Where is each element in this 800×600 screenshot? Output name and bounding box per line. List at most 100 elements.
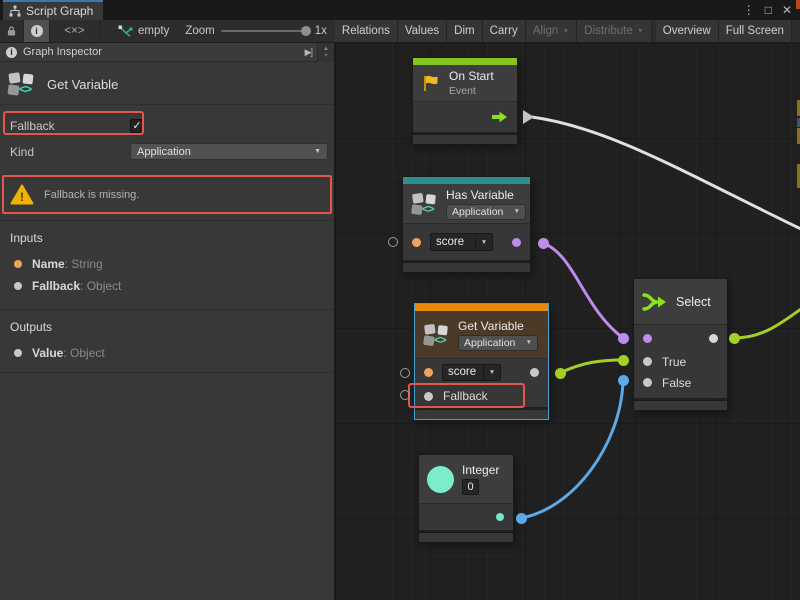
- info-icon: i: [31, 25, 43, 37]
- outputs-section: Outputs Value: Object: [0, 309, 334, 379]
- graph-toolbar: i <×> empty Zoom 1x Relations Values Dim…: [0, 20, 800, 43]
- wire-endpoint-blue[interactable]: [618, 375, 629, 386]
- variable-name-field[interactable]: score ▼: [442, 364, 501, 381]
- distribute-button: Distribute ▼: [577, 20, 652, 42]
- false-input-port[interactable]: [643, 378, 652, 387]
- full-screen-button[interactable]: Full Screen: [719, 20, 792, 42]
- panel-scroll-arrows[interactable]: ▲ ▼: [317, 43, 334, 62]
- relations-button[interactable]: Relations: [335, 20, 398, 42]
- integer-output-port[interactable]: [496, 513, 504, 521]
- chevron-down-icon: ▼: [637, 28, 644, 35]
- kind-dropdown[interactable]: Application ▼: [130, 143, 328, 160]
- integer-value-field[interactable]: 0: [462, 479, 479, 495]
- node-title: Select: [676, 295, 711, 309]
- variable-kind-dropdown[interactable]: Application ▼: [446, 204, 526, 220]
- unconnected-port-ring[interactable]: [388, 237, 398, 247]
- node-select[interactable]: Select True False: [634, 279, 727, 410]
- node-integer[interactable]: Integer 0: [419, 455, 513, 542]
- scroll-down-icon[interactable]: ▼: [323, 53, 329, 60]
- script-graph-window: Script Graph ⋮ □ ✕ i <×>: [0, 0, 800, 600]
- graph-canvas[interactable]: On Start Event <>: [335, 43, 800, 600]
- code-preview-button[interactable]: <×>: [50, 20, 100, 42]
- variable-kind-dropdown[interactable]: Application ▼: [458, 335, 538, 351]
- chevron-down-icon: ▼: [314, 148, 321, 155]
- variable-icon: <>: [424, 323, 450, 346]
- chevron-down-icon: ▼: [562, 28, 569, 35]
- corner-notification-mark: [796, 0, 800, 9]
- wire-hasvariable-to-select[interactable]: [543, 243, 623, 338]
- node-on-start[interactable]: On Start Event: [413, 58, 517, 144]
- scroll-up-icon[interactable]: ▲: [323, 46, 329, 53]
- fallback-input-port[interactable]: [424, 392, 433, 401]
- inputs-header: Inputs: [0, 229, 334, 253]
- variable-color-bar: [415, 304, 548, 311]
- wire-onstart-flow[interactable]: [532, 117, 800, 229]
- wire-endpoint-green[interactable]: [729, 333, 740, 344]
- unconnected-port-ring[interactable]: [400, 390, 410, 400]
- fallback-checkbox[interactable]: ✓: [130, 119, 144, 133]
- wire-endpoint-green[interactable]: [618, 355, 629, 366]
- output-row-value: Value: Object: [0, 342, 334, 364]
- graph-breadcrumb[interactable]: empty: [110, 20, 177, 42]
- node-title: On Start: [449, 69, 494, 83]
- input-row-fallback: Fallback: Object: [0, 275, 334, 297]
- zoom-slider-handle[interactable]: [301, 26, 311, 36]
- connection-wires: [335, 43, 800, 600]
- dim-button[interactable]: Dim: [447, 20, 482, 42]
- values-button[interactable]: Values: [398, 20, 447, 42]
- name-input-port[interactable]: [424, 368, 433, 377]
- maximize-icon[interactable]: □: [765, 0, 772, 20]
- wire-endpoint-green[interactable]: [555, 368, 566, 379]
- tab-script-graph[interactable]: Script Graph: [3, 0, 103, 20]
- chevron-down-icon: ▼: [514, 208, 520, 215]
- overview-button[interactable]: Overview: [656, 20, 719, 42]
- node-title: Get Variable: [458, 319, 538, 333]
- fallback-option-label: Fallback: [10, 119, 55, 133]
- close-icon[interactable]: ✕: [782, 0, 792, 20]
- integer-literal-icon: [427, 466, 454, 493]
- wire-endpoint-purple[interactable]: [618, 333, 629, 344]
- node-subtitle: Event: [449, 85, 494, 97]
- window-controls: ⋮ □ ✕: [743, 0, 792, 20]
- name-input-port[interactable]: [412, 238, 421, 247]
- wire-select-output[interactable]: [734, 309, 800, 338]
- kind-label: Kind: [10, 145, 34, 159]
- wire-endpoint-blue[interactable]: [516, 513, 527, 524]
- outputs-header: Outputs: [0, 318, 334, 342]
- pin-panel-icon[interactable]: ▶]: [305, 47, 312, 58]
- condition-input-port[interactable]: [643, 334, 652, 343]
- info-icon: i: [6, 47, 17, 58]
- wire-getvariable-to-select-true[interactable]: [560, 360, 623, 373]
- carry-button[interactable]: Carry: [483, 20, 526, 42]
- chevron-down-icon[interactable]: ▼: [483, 365, 500, 380]
- flow-connector-arrow: [523, 110, 534, 124]
- result-output-port[interactable]: [512, 238, 521, 247]
- zoom-label: Zoom: [185, 25, 214, 37]
- flow-output-port[interactable]: [491, 111, 508, 123]
- lock-button[interactable]: [0, 20, 24, 42]
- inputs-section: Inputs Name: String Fallback: Object: [0, 220, 334, 303]
- node-has-variable[interactable]: <> Has Variable Application ▼ score ▼: [403, 177, 530, 272]
- breadcrumb-label: empty: [138, 25, 169, 37]
- chevron-down-icon: ▼: [526, 339, 532, 346]
- menu-icon[interactable]: ⋮: [743, 0, 755, 20]
- inspector-toggle-button[interactable]: i: [24, 20, 50, 42]
- zoom-slider[interactable]: [221, 30, 309, 32]
- true-input-port[interactable]: [643, 357, 652, 366]
- graph-inspector-header: i Graph Inspector ▶] ▲ ▼: [0, 43, 334, 62]
- graph-node-icon: [118, 25, 133, 37]
- fallback-option-row: Fallback ✓: [0, 114, 334, 137]
- selection-output-port[interactable]: [709, 334, 718, 343]
- graph-inspector-panel: i Graph Inspector ▶] ▲ ▼ <> Get Variable…: [0, 43, 335, 600]
- wire-endpoint-purple[interactable]: [538, 238, 549, 249]
- graph-inspector-title: Graph Inspector: [23, 46, 102, 58]
- chevron-down-icon[interactable]: ▼: [475, 234, 492, 250]
- value-output-port[interactable]: [530, 368, 539, 377]
- title-bar: Script Graph ⋮ □ ✕: [0, 0, 800, 20]
- node-get-variable[interactable]: <> Get Variable Application ▼ score ▼: [415, 304, 548, 419]
- unconnected-port-ring[interactable]: [400, 368, 410, 378]
- variable-icon: <>: [8, 72, 35, 96]
- variable-name-field[interactable]: score ▼: [430, 233, 493, 251]
- port-dot-gray: [14, 349, 22, 357]
- port-dot-gray: [14, 282, 22, 290]
